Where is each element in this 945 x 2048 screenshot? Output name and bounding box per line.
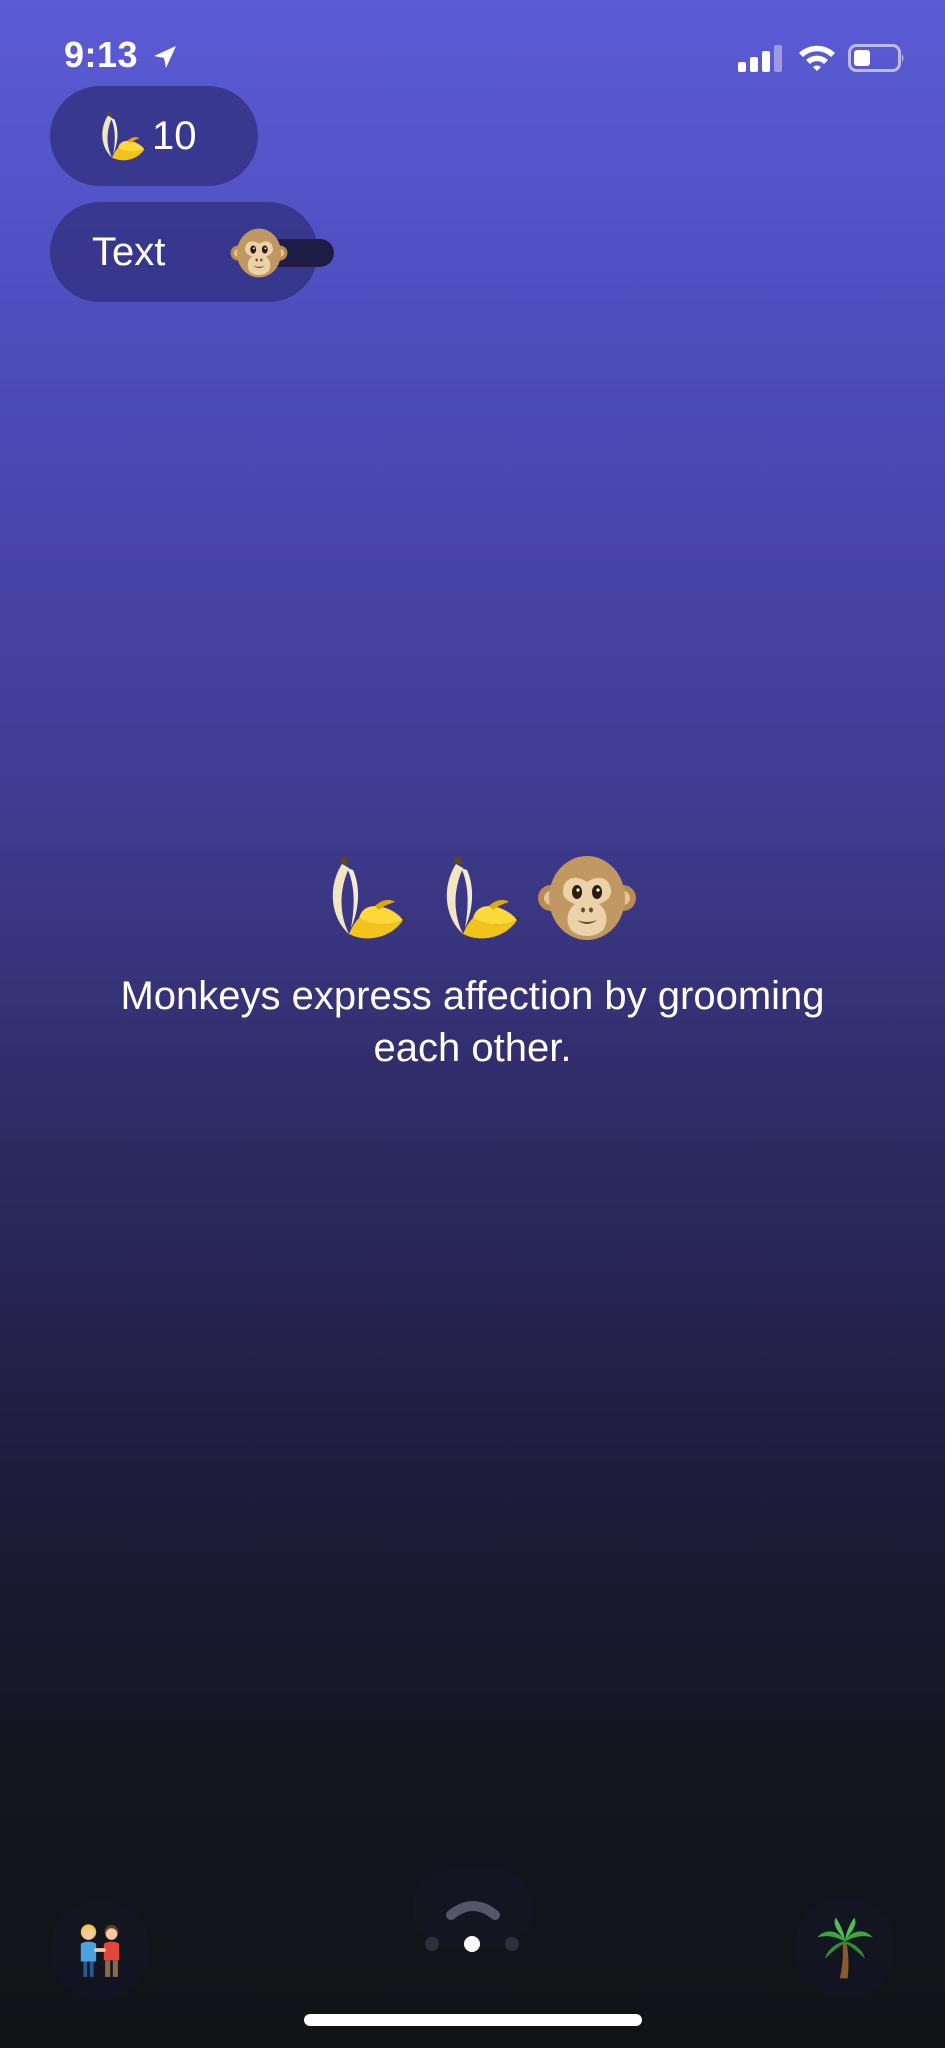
text-toggle[interactable]: Text <box>50 202 334 302</box>
chevron-up-icon <box>446 1901 500 1920</box>
banana-count: 10 <box>152 113 197 158</box>
banana-icon <box>423 848 523 948</box>
palm-button[interactable] <box>795 1898 895 1998</box>
wifi-icon <box>799 45 835 71</box>
palm-tree-icon <box>812 1915 878 1981</box>
text-toggle-label: Text <box>92 229 166 274</box>
page-dot <box>425 1937 439 1951</box>
monkey-fact-text: Monkeys express affection by grooming ea… <box>120 974 825 1070</box>
banana-icon <box>309 848 409 948</box>
status-time: 9:13 <box>64 34 139 75</box>
signal-icon <box>738 45 782 72</box>
center-emoji-row <box>0 848 945 958</box>
banana-icon <box>88 106 148 166</box>
page-dot <box>505 1937 519 1951</box>
couple-icon <box>68 1918 132 1982</box>
page-indicator <box>425 1936 519 1952</box>
monkey-face-icon <box>537 848 637 948</box>
banana-counter[interactable]: 10 <box>50 86 258 186</box>
monkey-face-icon[interactable] <box>230 224 288 282</box>
location-arrow-icon <box>154 46 176 68</box>
battery-icon <box>848 44 904 72</box>
home-indicator[interactable] <box>304 2014 642 2026</box>
friends-button[interactable] <box>50 1900 150 2000</box>
page-dot-active <box>464 1936 480 1952</box>
